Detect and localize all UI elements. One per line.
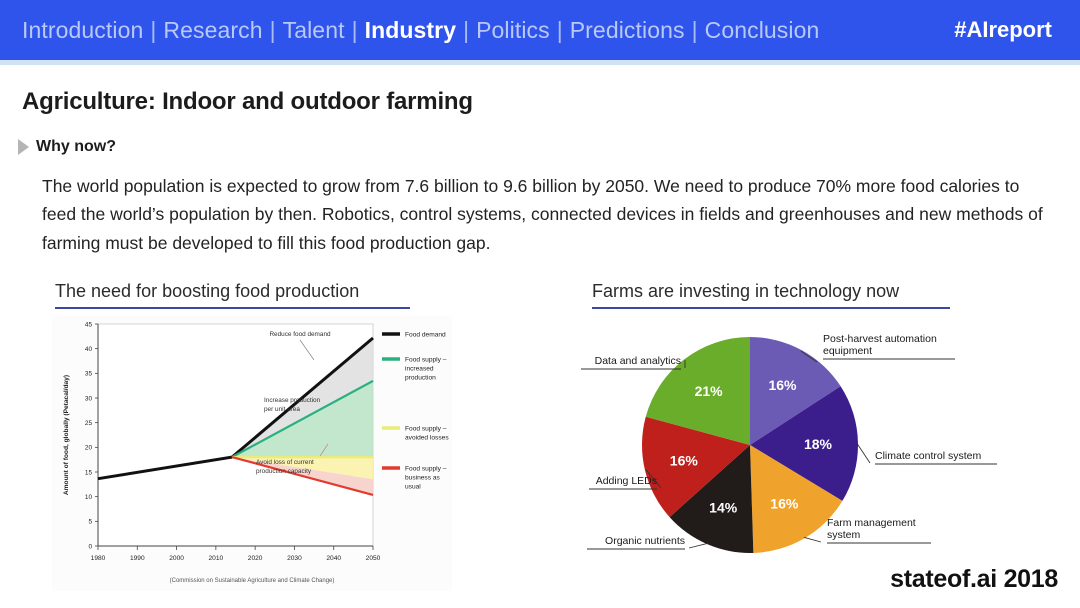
nav-item-politics[interactable]: Politics	[476, 17, 550, 44]
pie-slice-value-label: 16%	[670, 453, 699, 469]
y-tick-label: 15	[85, 469, 93, 476]
annotation-reduce-food-demand: Reduce food demand	[269, 331, 331, 338]
left-panel-heading-rule	[55, 307, 410, 309]
nav-item-research[interactable]: Research	[163, 17, 262, 44]
food-production-chart: 0 5 10 15 20 25 30 35 40 45 Amount of food, globa…	[52, 316, 452, 591]
nav-separator: |	[269, 16, 276, 43]
pie-callout-label: equipment	[823, 345, 872, 357]
annotation-increase-production-line2: per unit area	[264, 406, 300, 413]
pie-slice-value-label: 16%	[770, 496, 799, 512]
legend-label-business-as-usual-line2: business as	[405, 475, 441, 482]
right-panel-heading-rule	[592, 307, 950, 309]
x-tick-label: 1990	[130, 555, 145, 562]
pie-callout-label: Climate control system	[875, 450, 981, 462]
x-tick-label: 1980	[91, 555, 106, 562]
x-tick-label: 2010	[209, 555, 224, 562]
nav-item-predictions[interactable]: Predictions	[570, 17, 685, 44]
y-tick-label: 0	[88, 543, 92, 550]
x-tick-label: 2020	[248, 555, 263, 562]
nav-item-conclusion[interactable]: Conclusion	[705, 17, 820, 44]
section-heading-row: Why now?	[18, 138, 116, 156]
page-title: Agriculture: Indoor and outdoor farming	[22, 88, 473, 115]
legend-label-increased-production-line1: Food supply –	[405, 357, 447, 364]
left-panel-heading-text: The need for boosting food production	[55, 281, 360, 301]
pie-slice-value-label: 16%	[768, 377, 797, 393]
nav-item-industry[interactable]: Industry	[365, 17, 457, 44]
y-tick-label: 35	[85, 371, 93, 378]
right-panel-heading-text: Farms are investing in technology now	[592, 281, 900, 301]
legend-label-avoided-losses-line2: avoided losses	[405, 435, 449, 442]
nav-item-talent[interactable]: Talent	[283, 17, 345, 44]
right-panel-heading: Farms are investing in technology now	[592, 281, 950, 313]
pie-callout-label: Data and analytics	[595, 355, 681, 367]
pie-callout-leader-line	[803, 536, 822, 543]
nav-separator: |	[351, 16, 358, 43]
nav-separator: |	[691, 16, 698, 43]
legend-label-food-demand: Food demand	[405, 332, 446, 339]
pie-callout-label: Adding LEDs	[596, 475, 657, 487]
pie-callout-label: Farm management	[827, 517, 916, 529]
left-panel-heading: The need for boosting food production	[55, 281, 410, 313]
triangle-bullet-icon	[18, 139, 29, 155]
y-tick-label: 25	[85, 420, 93, 427]
nav-item-introduction[interactable]: Introduction	[22, 17, 143, 44]
pie-slice-value-label: 14%	[709, 500, 738, 516]
nav-separator: |	[556, 16, 563, 43]
farm-technology-investment-chart: 16% 18% 16% 14% 16% 21% Post-harvest automati…	[565, 320, 1065, 585]
legend-label-business-as-usual-line3: usual	[405, 484, 421, 491]
farm-technology-investment-chart-svg: 16% 18% 16% 14% 16% 21% Post-harvest automati…	[581, 333, 997, 554]
y-tick-label: 5	[88, 519, 92, 526]
chart-source-caption: (Commission on Sustainable Agriculture a…	[170, 578, 335, 584]
footer-brand: stateof.ai 2018	[890, 565, 1058, 593]
annotation-avoid-loss-line2: production capacity	[256, 468, 312, 475]
body-paragraph: The world population is expected to grow…	[42, 176, 1043, 253]
y-tick-label: 20	[85, 445, 93, 452]
x-tick-label: 2050	[366, 555, 381, 562]
legend-label-increased-production-line3: production	[405, 375, 436, 382]
pie-callout-leader-line	[688, 542, 709, 549]
pie-slice-value-label: 18%	[804, 436, 833, 452]
annotation-increase-production-line1: Increase production	[264, 397, 321, 404]
x-tick-label: 2040	[326, 555, 341, 562]
y-tick-label: 10	[85, 494, 93, 501]
y-tick-label: 40	[85, 346, 93, 353]
y-axis-label: Amount of food, globally (Petacal/day)	[63, 375, 70, 495]
y-tick-label: 45	[85, 321, 93, 328]
section-label: Why now?	[36, 138, 116, 155]
nav-links: Introduction | Research | Talent | Indus…	[22, 17, 819, 44]
pie-callout-leader-line	[856, 443, 871, 464]
nav-separator: |	[463, 16, 470, 43]
pie-callout-label: Post-harvest automation	[823, 333, 937, 345]
report-hashtag: #AIreport	[954, 17, 1052, 42]
x-tick-label: 2000	[169, 555, 184, 562]
y-tick-label: 30	[85, 395, 93, 402]
nav-separator: |	[150, 16, 157, 43]
x-tick-label: 2030	[287, 555, 302, 562]
annotation-avoid-loss-line1: Avoid loss of current	[256, 459, 314, 466]
food-production-chart-svg: 0 5 10 15 20 25 30 35 40 45 Amount of food, globa…	[52, 316, 452, 591]
legend-label-avoided-losses-line1: Food supply –	[405, 426, 447, 433]
pie-callout-label: system	[827, 529, 861, 541]
navbar-underline	[0, 60, 1080, 65]
top-navigation-bar: Introduction | Research | Talent | Indus…	[0, 0, 1080, 60]
pie-slice-value-label: 21%	[695, 383, 724, 399]
pie-callout-label: Organic nutrients	[605, 535, 685, 547]
legend-label-business-as-usual-line1: Food supply –	[405, 466, 447, 473]
legend-label-increased-production-line2: increased	[405, 366, 434, 373]
